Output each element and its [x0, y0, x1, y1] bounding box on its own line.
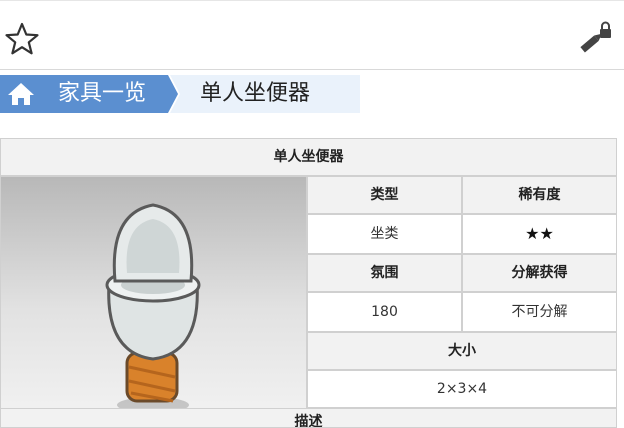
breadcrumb-parent-label: 家具一览 — [58, 81, 147, 106]
rarity-value: ★★ — [462, 214, 617, 254]
breadcrumb-home-link[interactable]: 家具一览 — [0, 75, 178, 113]
ambience-value: 180 — [307, 292, 462, 332]
size-value: 2×3×4 — [307, 370, 617, 408]
breadcrumb-current: 单人坐便器 — [170, 75, 360, 113]
size-header: 大小 — [307, 332, 617, 370]
type-header: 类型 — [307, 176, 462, 214]
infobox-title: 单人坐便器 — [0, 138, 617, 176]
decompose-header: 分解获得 — [462, 254, 617, 292]
breadcrumb-current-label: 单人坐便器 — [200, 81, 311, 106]
type-value: 坐类 — [307, 214, 462, 254]
item-image — [0, 176, 307, 420]
locked-edit-icon — [580, 21, 611, 53]
description-header: 描述 — [0, 408, 617, 428]
edit-locked-button[interactable] — [576, 19, 614, 57]
decompose-value: 不可分解 — [462, 292, 617, 332]
breadcrumb: 家具一览 单人坐便器 — [0, 75, 360, 113]
star-outline-icon — [5, 22, 39, 55]
top-toolbar — [0, 0, 624, 70]
rarity-header: 稀有度 — [462, 176, 617, 214]
favorite-star-icon[interactable] — [4, 21, 40, 57]
ambience-header: 氛围 — [307, 254, 462, 292]
home-icon — [8, 83, 34, 105]
toilet-image — [105, 203, 201, 413]
